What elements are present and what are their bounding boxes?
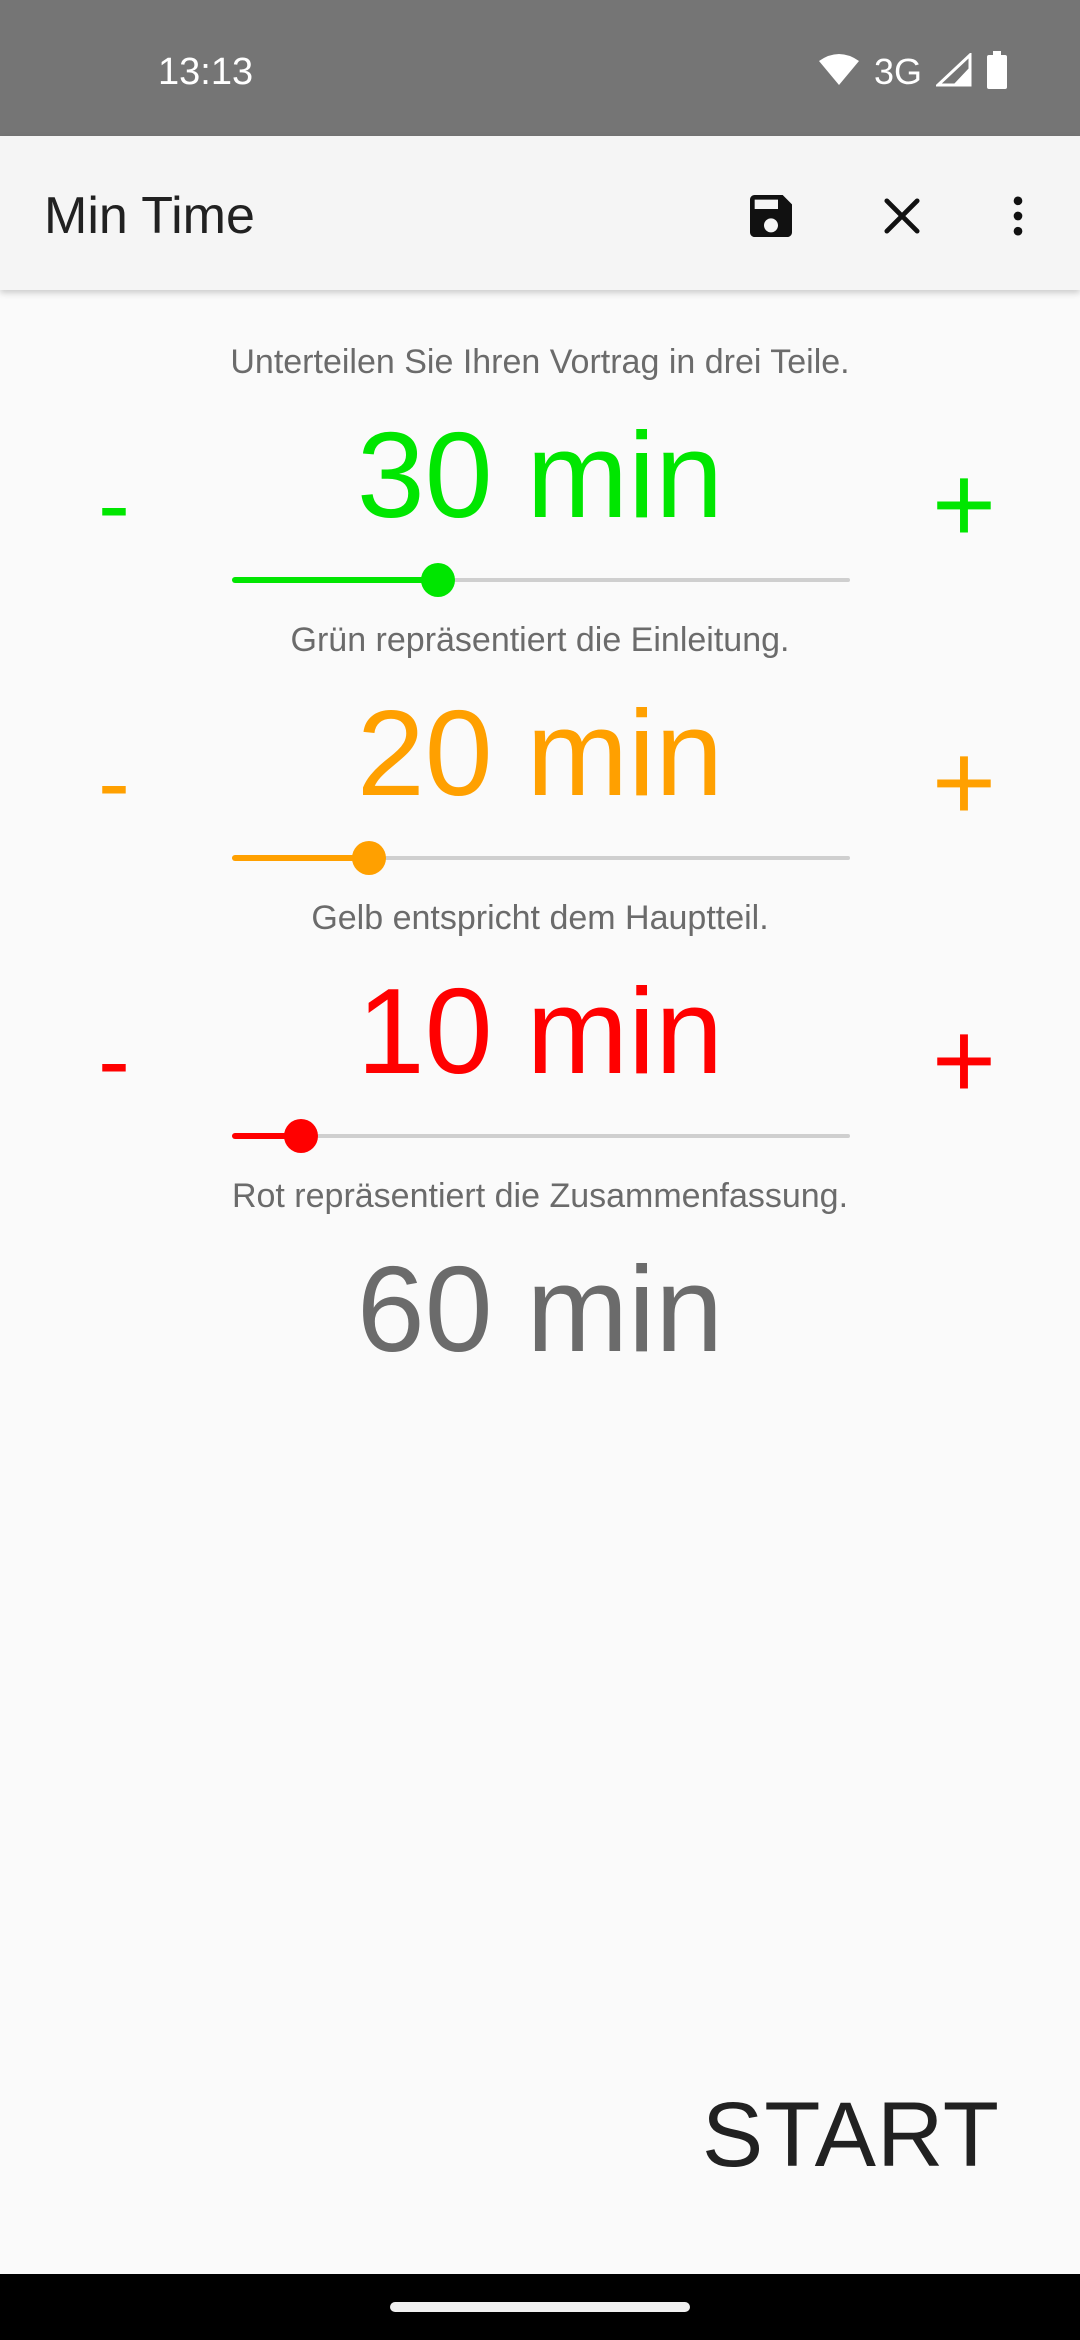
- slider-fill: [232, 577, 438, 583]
- slider-fill: [232, 855, 370, 861]
- start-button[interactable]: START: [702, 2080, 1000, 2190]
- battery-icon: [986, 50, 1008, 94]
- section-caption: Gelb entspricht dem Hauptteil.: [311, 899, 769, 937]
- overflow-menu-button[interactable]: [980, 178, 1056, 254]
- slider-track: [232, 1134, 850, 1138]
- section-caption: Grün repräsentiert die Einleitung.: [290, 621, 790, 659]
- time-slider[interactable]: [232, 560, 850, 600]
- section-caption: Rot repräsentiert die Zusammenfassung.: [231, 1177, 849, 1215]
- intro-caption: Unterteilen Sie Ihren Vortrag in drei Te…: [230, 343, 850, 381]
- app-bar: Min Time: [0, 136, 1080, 290]
- status-bar: 13:13 3G: [0, 0, 1080, 136]
- increase-button[interactable]: +: [904, 440, 1024, 570]
- total-time: 60 min: [356, 1241, 724, 1377]
- save-icon: [750, 195, 792, 237]
- time-slider[interactable]: [232, 838, 850, 878]
- slider-thumb[interactable]: [420, 563, 455, 597]
- increase-button[interactable]: +: [904, 718, 1024, 848]
- navigation-bar: [0, 2274, 1080, 2340]
- save-button[interactable]: [733, 178, 809, 254]
- close-button[interactable]: [864, 178, 940, 254]
- status-time: 13:13: [158, 51, 254, 93]
- home-gesture-handle[interactable]: [390, 2302, 690, 2312]
- app-title: Min Time: [44, 187, 255, 245]
- more-vert-icon: [1013, 196, 1023, 236]
- network-type: 3G: [873, 51, 922, 92]
- close-icon: [884, 198, 920, 234]
- time-slider[interactable]: [232, 1116, 850, 1156]
- slider-thumb[interactable]: [283, 1119, 318, 1153]
- slider-thumb[interactable]: [352, 841, 387, 875]
- status-icons: 3G: [818, 48, 1008, 96]
- wifi-icon: [818, 53, 860, 92]
- increase-button[interactable]: +: [904, 996, 1024, 1126]
- cell-signal-icon: [934, 51, 972, 92]
